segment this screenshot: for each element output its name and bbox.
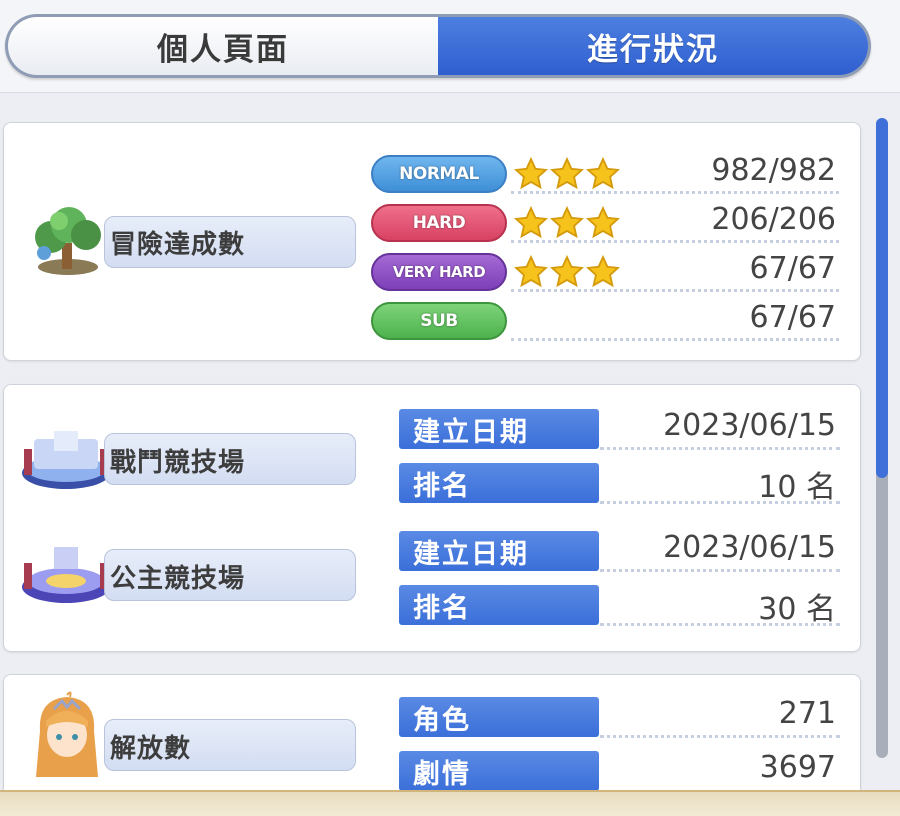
difficulty-normal-badge: NORMAL — [371, 155, 507, 193]
star-icon — [586, 206, 620, 239]
battle-arena-rank-value: 10 名 — [758, 470, 836, 505]
hard-stars — [514, 204, 620, 242]
divider — [600, 623, 840, 626]
scrollbar-thumb[interactable] — [876, 118, 888, 478]
character-count-value: 271 — [778, 696, 836, 731]
princess-arena-created-label: 建立日期 — [399, 531, 599, 571]
tab-bar: 個人頁面 進行狀況 — [5, 14, 871, 78]
arena-card: 戰鬥競技場 建立日期 2023/06/15 排名 10 名 公主競技場 建立日期… — [3, 384, 861, 652]
tab-profile[interactable]: 個人頁面 — [8, 17, 438, 75]
princess-arena-label: 公主競技場 — [110, 564, 246, 594]
battle-arena-rank-label: 排名 — [399, 463, 599, 503]
star-icon — [586, 255, 620, 288]
bottom-frame-bar — [0, 790, 900, 816]
story-count-value: 3697 — [759, 750, 836, 785]
battle-arena-created-label: 建立日期 — [399, 409, 599, 449]
unlocks-label: 解放數 — [110, 734, 192, 764]
star-icon — [586, 157, 620, 190]
story-count-label: 劇情 — [399, 751, 599, 791]
sub-value: 67/67 — [749, 300, 836, 335]
divider — [600, 569, 840, 572]
star-icon — [550, 255, 584, 288]
difficulty-very-hard-badge: VERY HARD — [371, 253, 507, 291]
tab-progress[interactable]: 進行狀況 — [438, 17, 868, 75]
difficulty-sub-badge: SUB — [371, 302, 507, 340]
very-hard-value: 67/67 — [749, 251, 836, 286]
normal-value: 982/982 — [711, 153, 836, 188]
star-icon — [550, 157, 584, 190]
hard-value: 206/206 — [711, 202, 836, 237]
adventure-label: 冒險達成數 — [110, 230, 246, 260]
battle-arena-label: 戰鬥競技場 — [110, 448, 246, 478]
princess-arena-icon — [18, 543, 114, 613]
divider — [600, 735, 840, 738]
divider — [600, 447, 840, 450]
star-icon — [514, 157, 548, 190]
princess-arena-created-value: 2023/06/15 — [663, 530, 836, 565]
divider — [511, 289, 839, 292]
battle-arena-created-value: 2023/06/15 — [663, 408, 836, 443]
tree-icon — [29, 203, 107, 282]
normal-stars — [514, 155, 620, 193]
very-hard-stars — [514, 253, 620, 291]
divider — [511, 240, 839, 243]
star-icon — [514, 255, 548, 288]
princess-arena-rank-label: 排名 — [399, 585, 599, 625]
difficulty-hard-badge: HARD — [371, 204, 507, 242]
character-count-label: 角色 — [399, 697, 599, 737]
battle-arena-icon — [18, 429, 114, 499]
princess-arena-rank-value: 30 名 — [758, 592, 836, 627]
divider — [600, 501, 840, 504]
star-icon — [550, 206, 584, 239]
star-icon — [514, 206, 548, 239]
divider — [511, 191, 839, 194]
adventure-card: 冒險達成數 NORMAL 982/982 HARD 206/206 VERY H… — [3, 122, 861, 361]
divider — [511, 338, 839, 341]
character-avatar-icon — [32, 691, 102, 781]
